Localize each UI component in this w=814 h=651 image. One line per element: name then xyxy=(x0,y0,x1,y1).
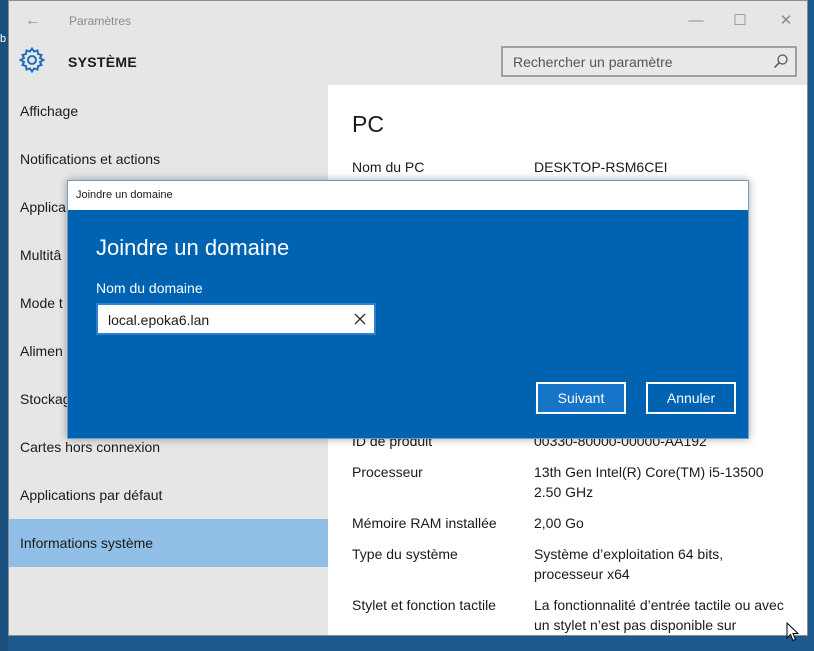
info-value-ram: 2,00 Go xyxy=(534,515,584,531)
sidebar-item-affichage[interactable]: Affichage xyxy=(9,87,328,135)
domain-field-label: Nom du domaine xyxy=(96,280,203,296)
maximize-button[interactable]: ☐ xyxy=(725,9,755,33)
page-title: SYSTÈME xyxy=(68,54,138,70)
info-label-system-type: Type du système xyxy=(352,546,458,562)
info-value-processor: 13th Gen Intel(R) Core(TM) i5-13500 2.50… xyxy=(534,464,764,500)
search-icon[interactable] xyxy=(773,53,789,69)
next-button[interactable]: Suivant xyxy=(536,382,626,414)
cancel-button[interactable]: Annuler xyxy=(646,382,736,414)
section-title: PC xyxy=(352,111,384,137)
sidebar-item-label: Cartes hors connexion xyxy=(20,439,161,455)
sidebar-item-informations-systeme[interactable]: Informations système xyxy=(9,519,328,567)
domain-input[interactable] xyxy=(108,311,338,329)
sidebar-item-label: Mode t xyxy=(20,295,63,311)
sidebar-item-label: Informations système xyxy=(20,535,154,551)
info-value-pen-touch: La fonctionnalité d’entrée tactile ou av… xyxy=(534,597,784,633)
sidebar-item-applications-defaut[interactable]: Applications par défaut xyxy=(9,471,328,519)
search-input[interactable] xyxy=(511,51,765,73)
dialog-window-title: Joindre un domaine xyxy=(76,189,173,201)
desktop-background: b xyxy=(0,0,8,651)
dialog-heading: Joindre un domaine xyxy=(96,235,290,260)
sidebar-item-label: Affichage xyxy=(20,103,79,119)
clear-icon[interactable] xyxy=(354,313,366,325)
close-button[interactable]: ✕ xyxy=(771,9,801,33)
back-arrow-icon[interactable]: ← xyxy=(21,9,45,33)
sidebar-item-label: Notifications et actions xyxy=(20,151,161,167)
join-domain-dialog: Joindre un domaine Joindre un domaine No… xyxy=(67,180,749,439)
sidebar-item-label: Applica xyxy=(20,199,66,215)
info-label-processor: Processeur xyxy=(352,464,423,480)
info-label-ram: Mémoire RAM installée xyxy=(352,515,497,531)
info-value-pc-name: DESKTOP-RSM6CEI xyxy=(534,159,668,175)
gear-icon xyxy=(19,47,45,73)
sidebar-item-label: Alimen xyxy=(20,343,63,359)
desktop-edge-text: b xyxy=(0,33,7,45)
info-label-pen-touch: Stylet et fonction tactile xyxy=(352,597,496,613)
window-title: Paramètres xyxy=(69,14,132,28)
info-value-system-type: Système d’exploitation 64 bits, processe… xyxy=(534,546,724,582)
sidebar-item-label: Multitâ xyxy=(20,247,62,263)
page-header: SYSTÈME xyxy=(9,41,807,85)
title-bar: ← Paramètres — ☐ ✕ xyxy=(9,1,807,41)
search-box[interactable] xyxy=(501,46,797,77)
minimize-button[interactable]: — xyxy=(681,9,711,33)
mouse-cursor-icon xyxy=(786,622,800,642)
sidebar-item-notifications[interactable]: Notifications et actions xyxy=(9,135,328,183)
dialog-title-bar: Joindre un domaine xyxy=(68,181,748,210)
sidebar-item-label: Stockag xyxy=(20,391,71,407)
domain-field[interactable] xyxy=(96,303,376,335)
sidebar-item-label: Applications par défaut xyxy=(20,487,163,503)
info-label-pc-name: Nom du PC xyxy=(352,159,425,175)
